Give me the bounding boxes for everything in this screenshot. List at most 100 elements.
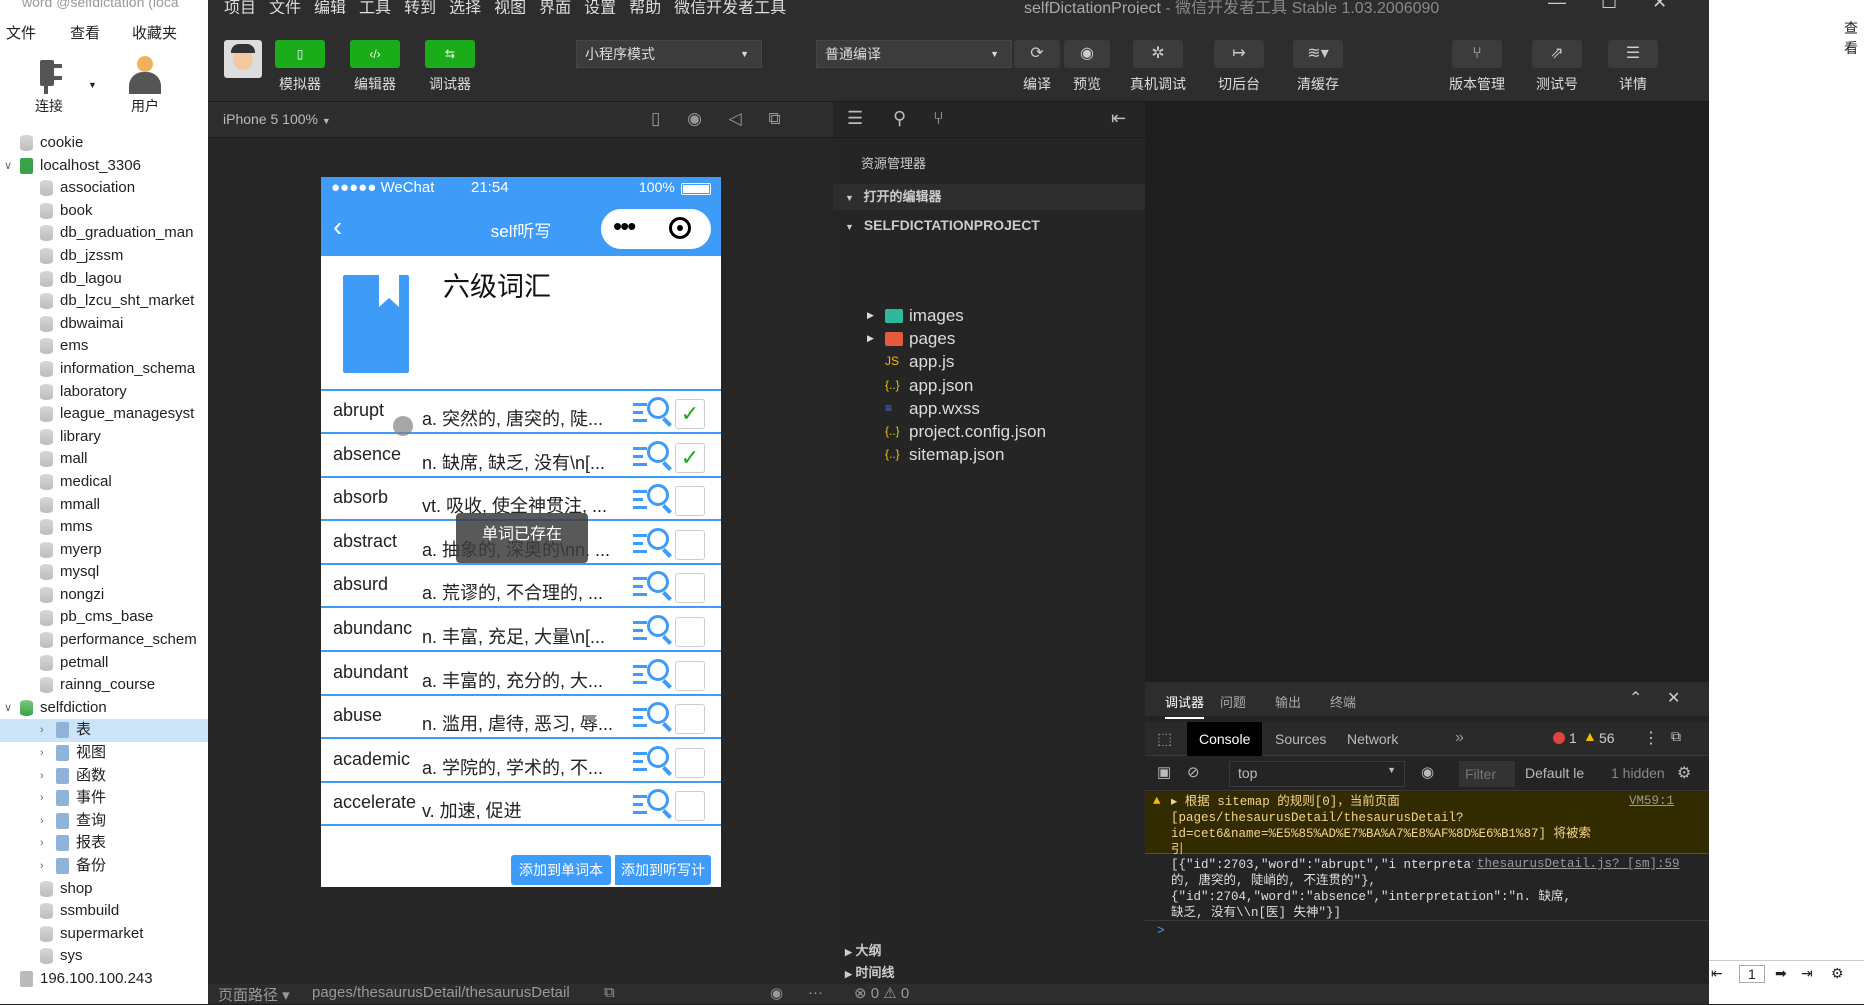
tree-item[interactable]: myerp (0, 539, 208, 562)
tree-item[interactable]: laboratory (0, 381, 208, 404)
sidebar-toggle-icon[interactable]: ▣ (1157, 763, 1171, 781)
problems-count[interactable]: ⊗ 0 ⚠ 0 (854, 984, 909, 1002)
tree-item[interactable]: medical (0, 471, 208, 494)
more-tabs-icon[interactable]: » (1455, 729, 1464, 747)
expand-arrow-icon[interactable]: › (40, 832, 44, 855)
tree-item[interactable]: db_jzssm (0, 245, 208, 268)
next-page-icon[interactable]: ➡ (1775, 965, 1787, 982)
select-checkbox[interactable] (675, 704, 705, 735)
log-level-select[interactable]: Default le (1525, 765, 1595, 781)
kebab-menu-icon[interactable]: ⋮ (1643, 728, 1659, 748)
debugger-toggle-button[interactable]: ⇆ (425, 40, 475, 68)
dock-icon[interactable]: ⧉ (1671, 728, 1681, 745)
tree-item[interactable]: db_lzcu_sht_market (0, 290, 208, 313)
details-button[interactable]: ☰ (1608, 40, 1658, 68)
word-row[interactable]: abuse n. 滥用, 虐待, 恶习, 辱... (321, 696, 721, 740)
devtools-tab[interactable]: Sources (1263, 722, 1338, 756)
chevron-up-icon[interactable]: ⌃ (1629, 688, 1642, 708)
background-button[interactable]: ↦ (1214, 40, 1264, 68)
word-row[interactable]: abrupt a. 突然的, 唐突的, 陡... ✓ (321, 391, 721, 434)
tree-item[interactable]: association (0, 177, 208, 200)
file-item[interactable]: {..} sitemap.json (833, 441, 1145, 468)
tree-item[interactable]: nongzi (0, 584, 208, 607)
tree-item[interactable]: mms (0, 516, 208, 539)
eye-icon[interactable]: ◉ (1421, 763, 1434, 781)
tree-item[interactable]: › 视图 (0, 742, 208, 765)
expand-arrow-icon[interactable]: › (40, 765, 44, 788)
select-checkbox[interactable] (675, 791, 705, 822)
popout-icon[interactable]: ⧉ (768, 109, 780, 128)
preview-button[interactable]: ◉ (1064, 40, 1110, 68)
select-checkbox[interactable]: ✓ (675, 442, 705, 473)
tree-item[interactable]: book (0, 200, 208, 223)
search-icon[interactable]: ⚲ (893, 108, 906, 129)
console-panel-tab[interactable]: 调试器 (1165, 692, 1205, 719)
last-page-icon[interactable]: ⇥ (1801, 965, 1813, 982)
right-menu-view[interactable]: 查看 (1844, 18, 1864, 58)
search-detail-icon[interactable] (633, 482, 673, 516)
expand-arrow-icon[interactable]: › (40, 787, 44, 810)
eye-icon[interactable]: ◉ (770, 984, 783, 1002)
device-select[interactable]: iPhone 5 100% ▼ (223, 111, 331, 127)
page-number[interactable]: 1 (1739, 965, 1765, 983)
console-prompt[interactable]: > (1157, 922, 1165, 937)
expand-arrow-icon[interactable]: › (40, 855, 44, 878)
search-detail-icon[interactable] (633, 439, 673, 473)
open-editors-section[interactable]: ▼ 打开的编辑器 (833, 184, 1145, 210)
user-button[interactable]: 用户 (118, 54, 172, 116)
search-detail-icon[interactable] (633, 657, 673, 691)
tree-item[interactable]: mmall (0, 494, 208, 517)
tree-item[interactable]: db_lagou (0, 268, 208, 291)
tree-item[interactable]: › 报表 (0, 832, 208, 855)
word-row[interactable]: abundanc n. 丰富, 充足, 大量\n[... (321, 609, 721, 652)
word-row[interactable]: academic a. 学院的, 学术的, 不... (321, 739, 721, 783)
compile-mode-select[interactable]: 普通编译 ▼ (816, 40, 1012, 68)
console-panel-tab[interactable]: 输出 (1275, 692, 1301, 711)
word-row[interactable]: accelerate v. 加速, 促进 (321, 783, 721, 827)
tree-item[interactable]: › 事件 (0, 787, 208, 810)
menu-file[interactable]: 文件 (6, 22, 36, 43)
context-select[interactable]: top ▼ (1229, 761, 1405, 787)
tree-item[interactable]: ∨ localhost_3306 (0, 155, 208, 178)
outline-section-visible[interactable]: ▶ 大纲 (833, 940, 1145, 962)
real-device-debug-button[interactable]: ✲ (1133, 40, 1183, 68)
tree-item[interactable]: › 表 (0, 719, 208, 743)
close-icon[interactable]: ✕ (1667, 688, 1680, 708)
connect-button[interactable]: 连接 (22, 56, 76, 116)
search-detail-icon[interactable] (633, 526, 673, 560)
dropdown-arrow-icon[interactable]: ▼ (88, 80, 97, 90)
select-checkbox[interactable] (675, 747, 705, 778)
log-source-link[interactable]: thesaurusDetail.js? [sm]:59 (1473, 857, 1680, 871)
error-count[interactable]: 1 (1569, 730, 1577, 746)
select-checkbox[interactable] (675, 660, 705, 691)
console-panel-tab[interactable]: 问题 (1220, 692, 1246, 711)
tree-item[interactable]: cookie (0, 132, 208, 155)
console-filter-input[interactable] (1459, 761, 1515, 787)
expand-arrow-icon[interactable]: ∨ (4, 697, 12, 720)
search-detail-icon[interactable] (633, 569, 673, 603)
select-checkbox[interactable] (675, 573, 705, 604)
gear-icon[interactable]: ⚙ (1677, 763, 1691, 783)
copy-icon[interactable]: ⧉ (604, 984, 615, 1001)
tree-item[interactable]: dbwaimai (0, 313, 208, 336)
search-detail-icon[interactable] (633, 613, 673, 647)
simulator-toggle-button[interactable]: ▯ (275, 40, 325, 68)
capsule-menu[interactable]: ••• (601, 209, 711, 249)
tree-item[interactable]: 196.100.100.243 (0, 968, 208, 991)
tree-item[interactable]: sys (0, 945, 208, 968)
word-row[interactable]: absurd a. 荒谬的, 不合理的, ... (321, 565, 721, 609)
tree-item[interactable]: › 函数 (0, 765, 208, 788)
expand-arrow-icon[interactable]: › (40, 810, 44, 833)
select-checkbox[interactable] (675, 617, 705, 647)
tree-item[interactable]: rainng_course (0, 674, 208, 697)
warning-count[interactable]: 56 (1599, 730, 1615, 746)
word-row[interactable]: abundant a. 丰富的, 充分的, 大... (321, 652, 721, 696)
minimize-icon[interactable]: — (1548, 0, 1566, 12)
tree-item[interactable]: ssmbuild (0, 900, 208, 923)
add-to-wordbook-button[interactable]: 添加到单词本 (511, 855, 611, 885)
list-icon[interactable]: ☰ (847, 108, 863, 129)
word-row[interactable]: absence n. 缺席, 缺乏, 没有\n[... ✓ (321, 434, 721, 478)
collapse-panel-icon[interactable]: ⇤ (1111, 108, 1126, 129)
tree-item[interactable]: db_graduation_man (0, 222, 208, 245)
console-panel-tab[interactable]: 终端 (1330, 692, 1356, 711)
